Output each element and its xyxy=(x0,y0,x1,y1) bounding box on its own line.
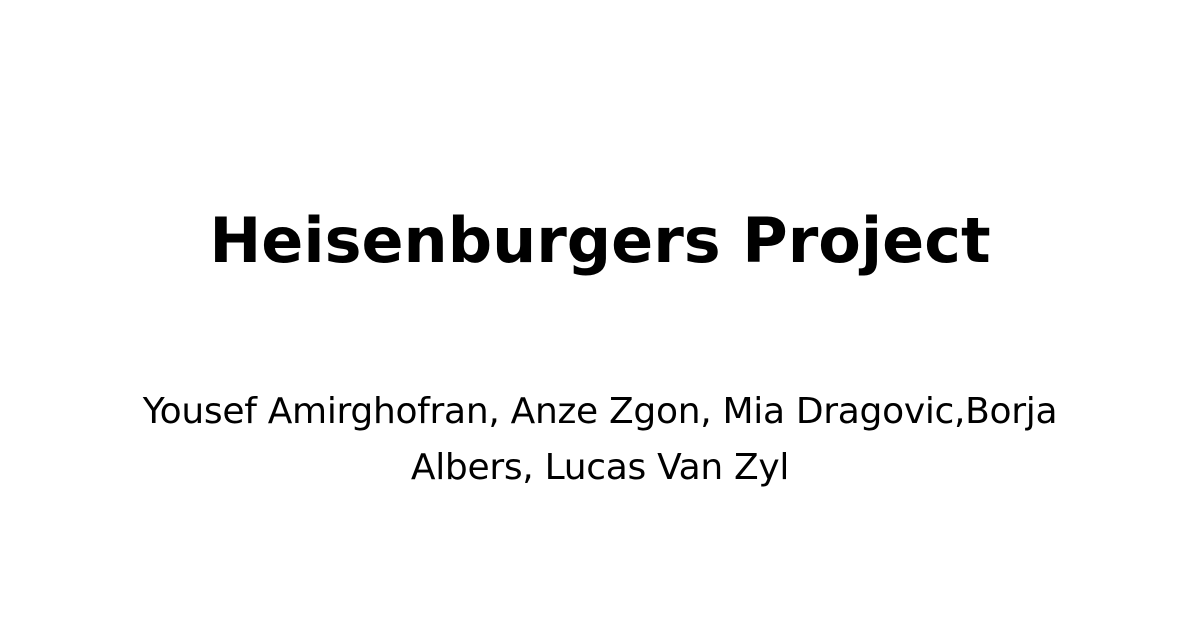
author-line-2: Albers, Lucas Van Zyl xyxy=(410,447,790,488)
author-line-1: Yousef Amirghofran, Anze Zgon, Mia Drago… xyxy=(142,391,1058,432)
page-title: Heisenburgers Project xyxy=(209,204,991,277)
author-list: Yousef Amirghofran, Anze Zgon, Mia Drago… xyxy=(100,384,1100,496)
title-slide: Heisenburgers Project Yousef Amirghofran… xyxy=(0,0,1200,630)
